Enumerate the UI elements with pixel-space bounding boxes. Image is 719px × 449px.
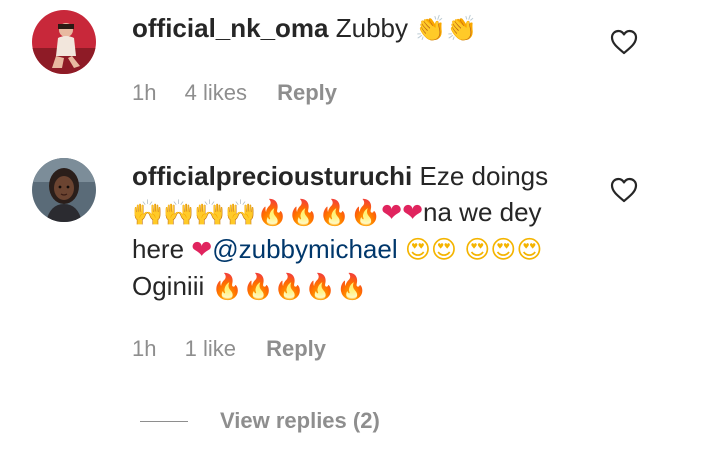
comment-text: Eze doings — [419, 161, 549, 191]
fire-emoji: 🔥 — [273, 272, 305, 301]
like-button[interactable] — [609, 28, 639, 56]
fire-emoji: 🔥 — [349, 198, 382, 227]
comment-body: officialpreciousturuchi Eze doings 🙌🙌🙌🙌🔥… — [132, 158, 572, 305]
clapping-hands-emoji: 👏 — [415, 14, 447, 43]
reply-button[interactable]: Reply — [266, 336, 326, 362]
red-heart-emoji: ❤ — [381, 198, 403, 227]
heart-eyes-emoji: 😍 — [404, 235, 431, 264]
raising-hands-emoji: 🙌 — [132, 198, 164, 227]
avatar[interactable] — [32, 158, 96, 222]
heart-outline-icon — [610, 177, 638, 203]
fire-emoji: 🔥 — [287, 198, 319, 227]
raising-hands-emoji: 🙌 — [194, 198, 226, 227]
heart-eyes-emoji: 😍 — [490, 235, 517, 264]
clapping-hands-emoji: 👏 — [446, 14, 478, 43]
comment-username[interactable]: official_nk_oma — [132, 13, 329, 43]
reply-button[interactable]: Reply — [277, 80, 337, 106]
fire-emoji: 🔥 — [211, 272, 243, 301]
comment-text: Oginiii — [132, 271, 205, 301]
comments-panel: official_nk_oma Zubby 👏👏 1h 4 likes Repl… — [0, 0, 719, 449]
avatar[interactable] — [32, 10, 96, 74]
raising-hands-emoji: 🙌 — [225, 198, 257, 227]
fire-emoji: 🔥 — [304, 272, 337, 301]
fire-emoji: 🔥 — [256, 198, 288, 227]
mention-link[interactable]: @zubbymichael — [212, 234, 397, 264]
fire-emoji: 🔥 — [242, 272, 274, 301]
comment-likes[interactable]: 4 likes — [185, 80, 247, 106]
comment-username[interactable]: officialpreciousturuchi — [132, 161, 412, 191]
divider — [140, 420, 188, 422]
comment-text: Zubby — [335, 13, 409, 43]
comment-time: 1h — [132, 80, 157, 105]
fire-emoji: 🔥 — [336, 272, 368, 301]
comment-body: official_nk_oma Zubby 👏👏 — [132, 10, 572, 47]
comment-meta: 1h 1 like Reply — [132, 336, 326, 362]
heart-eyes-emoji: 😍 — [516, 235, 543, 264]
like-button[interactable] — [609, 176, 639, 204]
comment-time: 1h — [132, 336, 157, 361]
view-replies-button[interactable]: View replies (2) — [140, 406, 380, 436]
red-heart-emoji: ❤ — [402, 198, 424, 227]
comment-meta: 1h 4 likes Reply — [132, 80, 337, 106]
raising-hands-emoji: 🙌 — [163, 198, 195, 227]
heart-eyes-emoji: 😍 — [464, 235, 491, 264]
comment-likes[interactable]: 1 like — [185, 336, 236, 362]
heart-eyes-emoji: 😍 — [430, 235, 457, 264]
heart-outline-icon — [610, 29, 638, 55]
red-heart-emoji: ❤ — [191, 235, 213, 264]
fire-emoji: 🔥 — [318, 198, 350, 227]
view-replies-label: View replies (2) — [220, 408, 380, 433]
